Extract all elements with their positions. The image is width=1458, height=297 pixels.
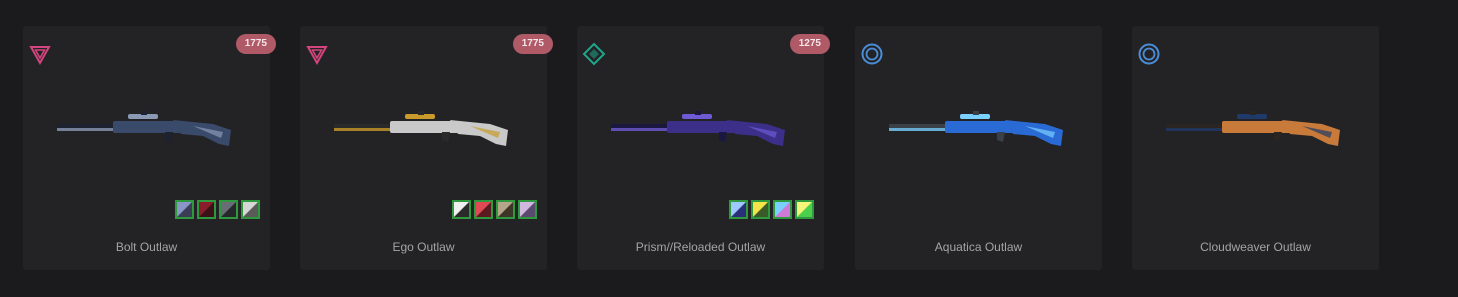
price-badge: 1775 (512, 34, 553, 54)
price-badge: 1775 (235, 34, 276, 54)
price-badge: 1275 (789, 34, 830, 54)
chroma-swatch[interactable] (452, 200, 471, 219)
chroma-swatch[interactable] (241, 200, 260, 219)
weapon-image (1162, 106, 1352, 156)
skin-name: Aquatica Outlaw (934, 240, 1023, 254)
select-tier-icon (582, 42, 606, 66)
weapon-image (885, 106, 1075, 156)
chroma-swatch[interactable] (175, 200, 194, 219)
deluxe-tier-icon (1137, 42, 1161, 66)
chroma-swatch[interactable] (773, 200, 792, 219)
chroma-swatch[interactable] (518, 200, 537, 219)
chroma-swatches (175, 200, 260, 219)
chroma-swatch[interactable] (729, 200, 748, 219)
weapon-image (330, 106, 520, 156)
skin-grid: 1775 Bolt Outlaw 1775 Ego Outlaw 1275 Prism//… (0, 0, 1458, 297)
deluxe-tier-icon (860, 42, 884, 66)
skin-name: Cloudweaver Outlaw (1200, 240, 1311, 254)
chroma-swatch[interactable] (474, 200, 493, 219)
chroma-swatch[interactable] (496, 200, 515, 219)
skin-card[interactable]: 1275 Prism//Reloaded Outlaw (577, 26, 830, 270)
skin-card[interactable]: 1775 Ego Outlaw (300, 26, 553, 270)
skin-name: Bolt Outlaw (115, 240, 178, 254)
chroma-swatch[interactable] (197, 200, 216, 219)
skin-card[interactable]: Aquatica Outlaw (855, 26, 1102, 270)
skin-card[interactable]: 1775 Bolt Outlaw (23, 26, 276, 270)
weapon-image (607, 106, 797, 156)
chroma-swatches (452, 200, 537, 219)
chroma-swatch[interactable] (219, 200, 238, 219)
chroma-swatch[interactable] (751, 200, 770, 219)
skin-name: Prism//Reloaded Outlaw (635, 240, 766, 254)
premium-tier-icon (305, 42, 329, 66)
skin-name: Ego Outlaw (392, 240, 455, 254)
weapon-image (53, 106, 243, 156)
chroma-swatch[interactable] (795, 200, 814, 219)
premium-tier-icon (28, 42, 52, 66)
chroma-swatches (729, 200, 814, 219)
skin-card[interactable]: Cloudweaver Outlaw (1132, 26, 1379, 270)
